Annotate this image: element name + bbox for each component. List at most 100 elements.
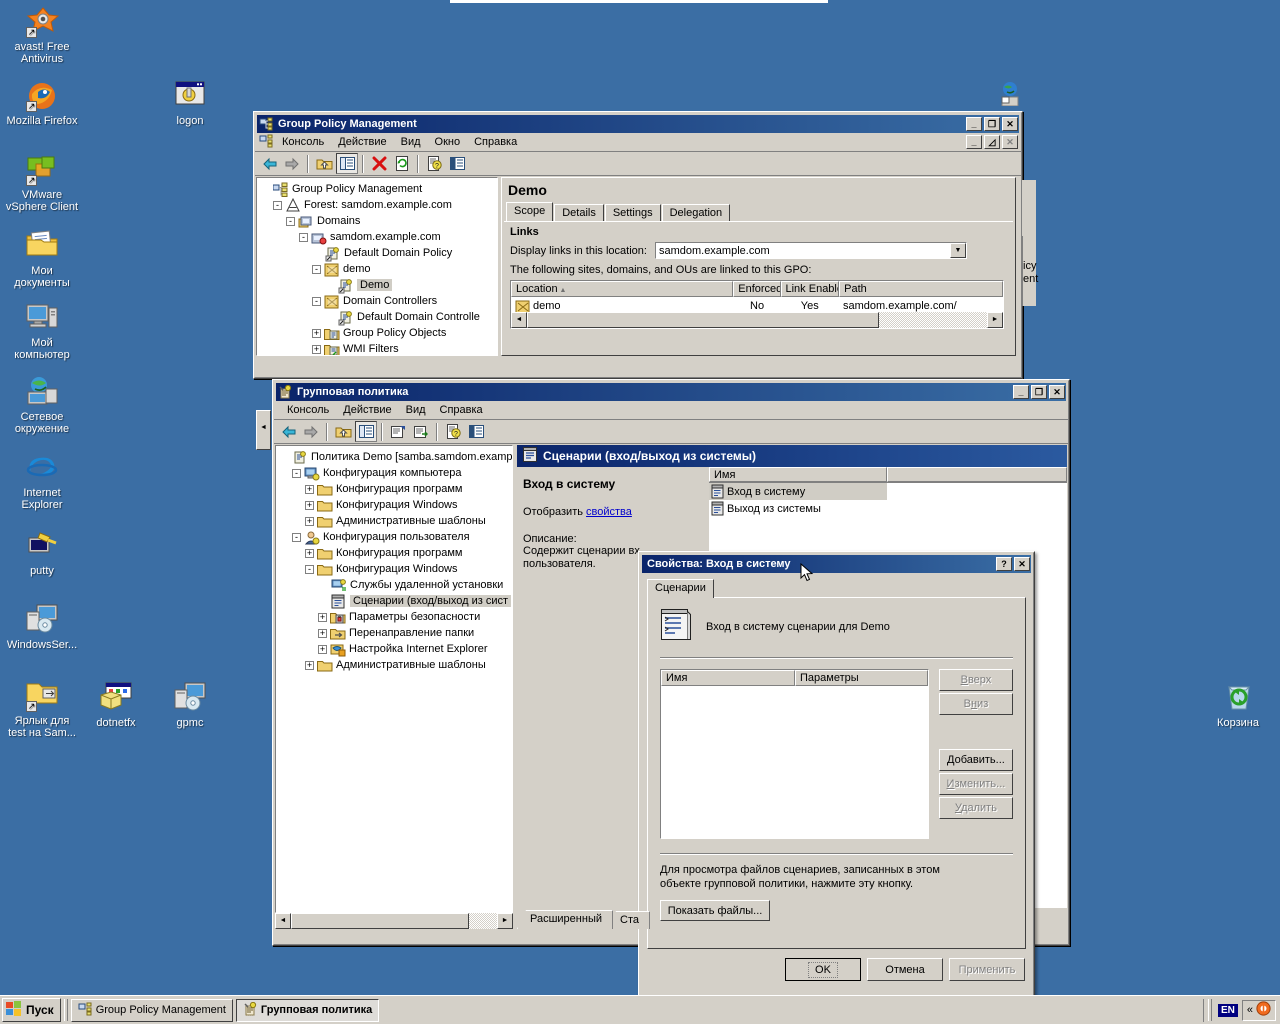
expand-box-icon[interactable]: + xyxy=(305,548,314,558)
move-up-button[interactable]: Вверх xyxy=(938,669,1013,691)
collapse-box-icon[interactable]: - xyxy=(286,216,295,226)
gpm-menu-vid[interactable]: Вид xyxy=(394,134,428,150)
gp-view-icon[interactable] xyxy=(465,421,487,442)
tree-item-конфигурация-программ[interactable]: + Конфигурация программ xyxy=(279,481,512,497)
tree-item-конфигурация-программ[interactable]: + Конфигурация программ xyxy=(279,545,512,561)
tree-item-административные-шаблоны[interactable]: + Административные шаблоны xyxy=(279,657,512,673)
gp-hscroll-left-button[interactable]: ◄ xyxy=(275,913,291,929)
gp-minimize-button[interactable]: _ xyxy=(1013,385,1029,399)
desktop-icon-vmware-vsphere-client[interactable]: ↗ VMware vSphere Client xyxy=(4,152,80,213)
gpm-vscroll-sliver[interactable]: ◄ xyxy=(256,410,271,450)
group-policy-management-window[interactable]: Group Policy Management _ ❐ ✕ Консоль Де… xyxy=(253,111,1023,379)
dialog-button-row[interactable]: OK Отмена Применить xyxy=(647,958,1026,981)
links-listview[interactable]: Location ▲EnforcedLink EnabledPath demo N… xyxy=(510,280,1004,329)
expand-box-icon[interactable]: + xyxy=(318,644,327,654)
collapse-box-icon[interactable]: - xyxy=(292,532,301,542)
delete-icon[interactable] xyxy=(368,153,390,174)
gp-hscroll-right-button[interactable]: ► xyxy=(497,913,513,929)
desktop-icon-logon-script[interactable]: logon xyxy=(152,78,228,127)
tree-item-group-policy-objects[interactable]: + Group Policy Objects xyxy=(260,325,497,341)
collapse-box-icon[interactable]: - xyxy=(299,232,308,242)
column-header-enforced[interactable]: Enforced xyxy=(733,281,781,297)
desktop-icon-avast-free-antivirus[interactable]: ↗ avast! Free Antivirus xyxy=(4,4,80,65)
gp-forward-arrow-icon[interactable] xyxy=(300,421,322,442)
tray-icons[interactable]: « xyxy=(1241,999,1276,1021)
expand-box-icon[interactable]: + xyxy=(305,500,314,510)
logon-properties-dialog[interactable]: Свойства: Вход в систему ? ✕ Сценарии Вх… xyxy=(638,551,1035,997)
gp-list-col-blank[interactable] xyxy=(887,467,1067,482)
dialog-tabstrip[interactable]: Сценарии xyxy=(647,579,1026,598)
help-icon[interactable]: ? xyxy=(423,153,445,174)
gpm-maximize-button[interactable]: ❐ xyxy=(984,117,1000,131)
gp-menubar[interactable]: Консоль Действие Вид Справка xyxy=(274,401,1068,420)
tree-item-конфигурация-windows[interactable]: + Конфигурация Windows xyxy=(279,497,512,513)
language-indicator[interactable]: EN xyxy=(1217,1003,1238,1017)
gpm-titlebar[interactable]: Group Policy Management _ ❐ ✕ xyxy=(257,115,1019,133)
gpm-menu-konsol[interactable]: Консоль xyxy=(275,134,331,150)
ok-button[interactable]: OK xyxy=(785,958,861,981)
tree-item-конфигурация-компьютера[interactable]: - Конфигурация компьютера xyxy=(279,465,512,481)
gp-close-button[interactable]: ✕ xyxy=(1049,385,1065,399)
desktop-icon-putty[interactable]: putty xyxy=(4,528,80,577)
gp-list-col-name[interactable]: Имя xyxy=(709,467,887,482)
links-listview-header[interactable]: Location ▲EnforcedLink EnabledPath xyxy=(511,281,1003,297)
system-tray[interactable]: EN « xyxy=(1202,998,1280,1022)
gp-menu-spravka[interactable]: Справка xyxy=(433,402,490,418)
column-header-link-enabled[interactable]: Link Enabled xyxy=(780,281,840,297)
forward-arrow-icon[interactable] xyxy=(281,153,303,174)
gpm-system-menu-icon[interactable] xyxy=(259,134,273,151)
gpm-tree-pane[interactable]: Group Policy Management - Forest: samdom.e… xyxy=(256,177,498,356)
scripts-listview[interactable]: Имя Параметры xyxy=(660,669,929,839)
tab-сценарии[interactable]: Сценарии xyxy=(647,579,714,598)
desktop-icon-windows-server-iso[interactable]: WindowsSer... xyxy=(4,602,80,651)
gpm-mdi-restore-button[interactable]: ◿ xyxy=(984,135,1000,149)
avast-tray-icon[interactable] xyxy=(1256,1001,1271,1019)
expand-box-icon[interactable]: + xyxy=(312,344,321,354)
edit-button[interactable]: Изменить... xyxy=(938,773,1013,795)
gpm-mdi-minimize-button[interactable]: _ xyxy=(966,135,982,149)
gp-help-icon[interactable]: ? xyxy=(442,421,464,442)
expand-box-icon[interactable]: + xyxy=(312,328,321,338)
tree-item-перенаправление-папки[interactable]: + Перенаправление папки xyxy=(279,625,512,641)
taskbar-item-групповая-политика[interactable]: Групповая политика xyxy=(235,998,380,1022)
taskbar-grip[interactable] xyxy=(63,999,68,1021)
tree-item-параметры-безопасности[interactable]: + Параметры безопасности xyxy=(279,609,512,625)
tree-item-настройка-internet-explorer[interactable]: + Настройка Internet Explorer xyxy=(279,641,512,657)
links-listview-hscrollbar[interactable]: ◄ ► xyxy=(511,312,1003,328)
properties-icon[interactable] xyxy=(446,153,468,174)
gpm-window-buttons[interactable]: _ ❐ ✕ xyxy=(966,117,1019,131)
gp-show-properties-link[interactable]: свойства xyxy=(586,506,632,518)
location-combobox[interactable]: samdom.example.com ▼ xyxy=(654,242,967,259)
tree-item-сценарии-вход-выход-из-сист[interactable]: Сценарии (вход/выход из сист xyxy=(279,593,512,609)
collapse-box-icon[interactable]: - xyxy=(305,564,314,574)
bottom-tab-расширенный[interactable]: Расширенный xyxy=(517,910,613,929)
tree-item-forest-samdom-example-com[interactable]: - Forest: samdom.example.com xyxy=(260,197,497,213)
taskbar[interactable]: Пуск Group Policy Management Групповая по… xyxy=(0,995,1280,1024)
gp-properties-icon[interactable] xyxy=(387,421,409,442)
tree-item-административные-шаблоны[interactable]: + Административные шаблоны xyxy=(279,513,512,529)
tree-item-службы-удаленной-установки[interactable]: Службы удаленной установки xyxy=(279,577,512,593)
chevron-down-icon[interactable]: ▼ xyxy=(949,243,966,258)
gpm-toolbar[interactable]: ? xyxy=(255,152,1021,176)
list-item[interactable]: Вход в систему xyxy=(709,483,887,500)
gpm-mdi-close-button[interactable]: ✕ xyxy=(1002,135,1018,149)
up-folder-icon[interactable] xyxy=(313,153,335,174)
gp-hscroll-thumb[interactable] xyxy=(291,913,469,929)
tree-item-domains[interactable]: - Domains xyxy=(260,213,497,229)
taskbar-items[interactable]: Group Policy Management Групповая политик… xyxy=(70,998,383,1022)
dialog-titlebar[interactable]: Свойства: Вход в систему ? ✕ xyxy=(642,555,1031,573)
gp-menu-vid[interactable]: Вид xyxy=(399,402,433,418)
desktop-icon-my-documents[interactable]: Мои документы xyxy=(4,228,80,289)
tray-expand-icon[interactable]: « xyxy=(1247,1004,1253,1016)
hscroll-thumb[interactable] xyxy=(527,312,879,328)
gp-menu-deystvie[interactable]: Действие xyxy=(336,402,398,418)
bottom-tab-ста[interactable]: Ста xyxy=(607,911,650,929)
desktop-icon-mozilla-firefox[interactable]: ↗ Mozilla Firefox xyxy=(4,78,80,127)
gp-list-header[interactable]: Имя xyxy=(709,467,1067,483)
scripts-listview-header[interactable]: Имя Параметры xyxy=(661,670,928,686)
show-files-button[interactable]: Показать файлы... xyxy=(660,900,770,921)
tree-item-domain-controllers[interactable]: - Domain Controllers xyxy=(260,293,497,309)
remove-button[interactable]: Удалить xyxy=(938,797,1013,819)
gp-export-list-icon[interactable] xyxy=(410,421,432,442)
expand-box-icon[interactable]: + xyxy=(318,628,327,638)
